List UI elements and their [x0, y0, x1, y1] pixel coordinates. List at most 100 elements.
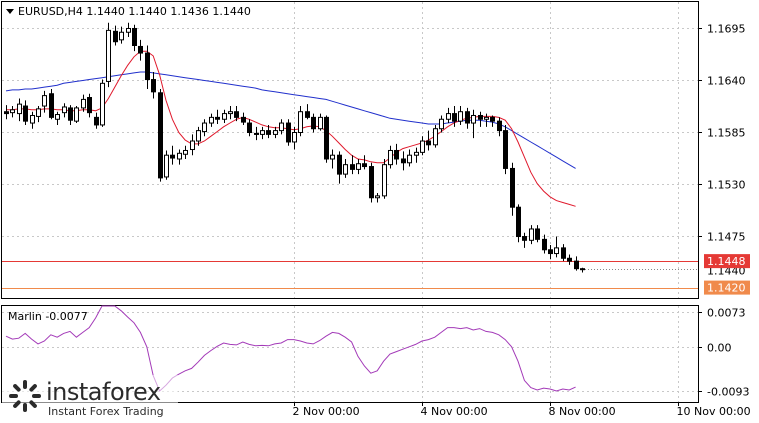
- candle-bearish: [535, 228, 540, 240]
- candle-bearish: [68, 107, 73, 121]
- candle-bullish: [42, 95, 47, 107]
- candle-bearish: [170, 154, 175, 159]
- candle-bullish: [10, 109, 15, 114]
- price-tick-label: 1.1475: [707, 231, 746, 244]
- candle-bullish: [209, 116, 214, 124]
- price-tick-label: 1.1530: [707, 179, 746, 192]
- candle-bearish: [94, 116, 99, 126]
- candle-bullish: [222, 113, 227, 120]
- instaforex-logo-icon: [9, 380, 41, 412]
- candle-bearish: [247, 122, 252, 134]
- candle-bearish: [145, 52, 150, 81]
- symbol-header: EURUSD,H4 1.1440 1.1440 1.1436 1.1440: [18, 5, 251, 18]
- candle-bullish: [382, 164, 387, 197]
- candle-bearish: [497, 120, 502, 132]
- candle-bearish: [337, 154, 342, 175]
- candle-bearish: [4, 111, 9, 115]
- candle-bearish: [394, 149, 399, 160]
- candle-bearish: [311, 116, 316, 130]
- candle-bullish: [471, 114, 476, 124]
- candle-bullish: [62, 106, 67, 114]
- candle-bullish: [414, 151, 419, 156]
- candle-bullish: [119, 31, 124, 41]
- candle-bullish: [183, 149, 188, 155]
- candle-bearish: [503, 130, 508, 169]
- chart-canvas: 1.1695 1.1640 1.1585 1.1530 1.1475 2 Nov 00:0…: [1, 1, 751, 418]
- candle-bullish: [273, 130, 278, 135]
- candle-bearish: [401, 158, 406, 164]
- candle-bearish: [138, 45, 143, 54]
- candle-bearish: [522, 236, 527, 241]
- candle-bullish: [554, 247, 559, 255]
- level-price-label-support-text: 1.1420: [707, 282, 746, 295]
- candle-bullish: [330, 154, 335, 160]
- candle-bullish: [343, 164, 348, 175]
- candle-bearish: [49, 93, 54, 118]
- indicator-label: Marlin -0.0077: [8, 310, 88, 323]
- candle-bullish: [30, 114, 35, 124]
- candle-bullish: [433, 128, 438, 146]
- candle-bearish: [548, 249, 553, 255]
- candle-bullish: [100, 82, 105, 126]
- candle-bearish: [510, 167, 515, 208]
- candle-bearish: [490, 116, 495, 122]
- candle-bullish: [196, 130, 201, 142]
- candle-bullish: [458, 111, 463, 122]
- watermark-tagline: Instant Forex Trading: [48, 405, 164, 418]
- candle-bearish: [465, 111, 470, 124]
- candle-bullish: [375, 195, 380, 199]
- candle-bullish: [106, 29, 111, 82]
- candle-bullish: [55, 114, 60, 120]
- candle-bearish: [426, 140, 431, 146]
- candle-bearish: [561, 247, 566, 259]
- candle-bullish: [17, 103, 22, 115]
- candle-bullish: [74, 107, 79, 122]
- candle-bullish: [81, 98, 86, 109]
- candle-bearish: [452, 113, 457, 122]
- oscillator-tick-label: -0.0093: [707, 386, 749, 399]
- candle-bullish: [529, 228, 534, 241]
- candle-bullish: [439, 118, 444, 130]
- oscillator-tick-label: 0.0073: [707, 307, 746, 320]
- candle-bearish: [567, 257, 572, 262]
- candle-bullish: [356, 163, 361, 170]
- candle-bearish: [87, 97, 92, 114]
- candle-bearish: [266, 130, 271, 135]
- candle-bearish: [574, 260, 579, 270]
- candle-bullish: [298, 111, 303, 134]
- time-tick-label: 4 Nov 00:00: [421, 405, 488, 418]
- watermark-name: instaforex: [46, 378, 161, 406]
- candle-bearish: [151, 79, 156, 93]
- candle-bullish: [228, 111, 233, 115]
- candle-bearish: [215, 116, 220, 120]
- candle-bearish: [478, 114, 483, 120]
- candle-bearish: [158, 92, 163, 179]
- candle-bullish: [318, 116, 323, 130]
- candle-bearish: [305, 111, 310, 118]
- candle-bullish: [407, 154, 412, 164]
- candle-bearish: [369, 166, 374, 199]
- candle-bullish: [279, 122, 284, 132]
- candle-bullish: [388, 149, 393, 166]
- candle-bullish: [36, 108, 41, 117]
- candle-bearish: [516, 206, 521, 238]
- price-tick-label: 1.1695: [707, 23, 746, 36]
- instaforex-watermark: instaforex Instant Forex Trading: [2, 375, 178, 421]
- time-tick-label: 8 Nov 00:00: [549, 405, 616, 418]
- candle-bullish: [446, 113, 451, 120]
- candle-bearish: [542, 238, 547, 251]
- candle-bearish: [350, 164, 355, 170]
- candle-bullish: [190, 140, 195, 151]
- candle-bullish: [126, 27, 131, 33]
- candle-bearish: [362, 163, 367, 168]
- candle-bullish: [202, 122, 207, 133]
- time-tick-label: 10 Nov 00:00: [677, 405, 751, 418]
- candle-bullish: [580, 268, 585, 271]
- candle-bullish: [177, 152, 182, 160]
- level-price-label-resistance-text: 1.1448: [707, 255, 746, 268]
- candle-bullish: [260, 130, 265, 135]
- candle-bearish: [132, 27, 137, 47]
- candle-bearish: [241, 116, 246, 123]
- candle-bearish: [23, 105, 28, 122]
- price-tick-label: 1.1585: [707, 127, 746, 140]
